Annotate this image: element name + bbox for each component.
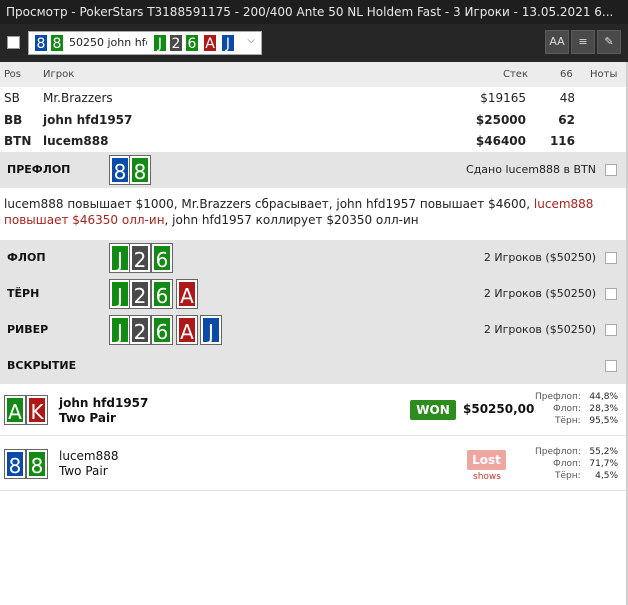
street-showdown: ВСКРЫТИЕ: [0, 348, 626, 384]
hole-card-2: 8: [50, 34, 64, 52]
select-hand-checkbox[interactable]: [7, 36, 20, 49]
street-preflop: ПРЕФЛОП 8 8 Сдано lucem888 в BTN: [0, 152, 626, 188]
equity-value: 28,3%: [589, 404, 618, 414]
shows-label: shows: [473, 472, 501, 482]
player-bb: 116: [549, 134, 575, 148]
chevron-down-icon[interactable]: ⌵: [247, 35, 255, 46]
river-card-5: J: [200, 315, 222, 345]
player-stack: $19165: [480, 91, 526, 105]
equity-label: Флоп:: [553, 404, 581, 414]
header-stack[interactable]: Стек: [503, 69, 528, 80]
won-amount: $50250,00: [463, 402, 535, 416]
player-row[interactable]: BB john hfd1957 $25000 62: [0, 109, 626, 131]
player-position: BB: [4, 113, 23, 127]
street-flop: ФЛОП J 2 6 2 Игроков ($50250): [0, 240, 626, 276]
pot-info: 2 Игроков ($50250): [483, 251, 596, 264]
result-row: 8 8 lucem888 Two Pair Lost shows Префлоп…: [0, 437, 626, 491]
equity-label: Тёрн:: [555, 416, 581, 426]
action-text: lucem888 повышает $1000, Mr.Brazzers сбр…: [4, 197, 534, 211]
result-player-name: lucem888: [59, 449, 119, 463]
result-card-2: K: [26, 395, 48, 425]
board-card-2: 2: [169, 34, 183, 52]
preflop-actions: lucem888 повышает $1000, Mr.Brazzers сбр…: [4, 196, 620, 228]
equity-label: Тёрн:: [555, 471, 581, 481]
equity-value: 71,7%: [589, 459, 618, 469]
header-bb[interactable]: 66: [560, 69, 573, 80]
equity-label: Флоп:: [553, 459, 581, 469]
street-checkbox[interactable]: [605, 252, 617, 264]
flop-card-3: 6: [151, 243, 173, 273]
selected-hand-text: 50250 john hfd: [69, 36, 147, 49]
edit-icon[interactable]: ✎: [597, 30, 621, 54]
won-badge: WON: [410, 400, 456, 420]
board-card-3: 6: [185, 34, 199, 52]
font-size-button[interactable]: AA: [545, 30, 569, 54]
player-row[interactable]: SB Mr.Brazzers $19165 48: [0, 87, 626, 109]
result-hand-rank: Two Pair: [59, 411, 116, 425]
pot-info: 2 Игроков ($50250): [483, 323, 596, 336]
equity-label: Префлоп:: [535, 447, 581, 457]
river-card-3: 6: [151, 315, 173, 345]
street-checkbox[interactable]: [605, 360, 617, 372]
player-row[interactable]: BTN lucem888 $46400 116: [0, 130, 626, 152]
result-card-2: 8: [26, 449, 48, 479]
street-turn: ТЁРН J 2 6 A 2 Игроков ($50250): [0, 276, 626, 312]
river-card-2: 2: [129, 315, 151, 345]
street-checkbox[interactable]: [605, 324, 617, 336]
player-bb: 48: [559, 91, 575, 105]
lost-badge: Lost: [467, 450, 506, 470]
result-card-1: A: [4, 395, 26, 425]
action-text: , john hfd1957 коллирует $20350 олл-ин: [164, 213, 419, 227]
result-player-name: john hfd1957: [59, 396, 149, 410]
street-label: ПРЕФЛОП: [7, 163, 71, 176]
equity-value: 95,5%: [589, 416, 618, 426]
header-notes[interactable]: Ноты: [590, 69, 617, 80]
street-checkbox[interactable]: [605, 164, 617, 176]
street-river: РИВЕР J 2 6 A J 2 Игроков ($50250): [0, 312, 626, 348]
player-name: lucem888: [43, 134, 109, 148]
equity-value: 44,8%: [589, 392, 618, 402]
equity-value: 55,2%: [589, 447, 618, 457]
turn-card-1: J: [109, 279, 131, 309]
preflop-card-1: 8: [109, 155, 131, 185]
hole-card-1: 8: [34, 34, 48, 52]
list-icon[interactable]: ≡: [571, 30, 595, 54]
equity-label: Префлоп:: [535, 392, 581, 402]
river-card-1: J: [109, 315, 131, 345]
street-label: ТЁРН: [7, 287, 40, 300]
turn-card-3: 6: [151, 279, 173, 309]
flop-card-2: 2: [129, 243, 151, 273]
result-hand-rank: Two Pair: [59, 464, 108, 478]
hand-selector-dropdown[interactable]: 8 8 50250 john hfd J 2 6 A J ⌵: [28, 31, 262, 55]
player-position: BTN: [4, 134, 32, 148]
street-label: ВСКРЫТИЕ: [7, 359, 77, 372]
player-name: Mr.Brazzers: [43, 91, 113, 105]
turn-card-2: 2: [129, 279, 151, 309]
flop-card-1: J: [109, 243, 131, 273]
result-row: A K john hfd1957 Two Pair WON $50250,00 …: [0, 384, 626, 436]
equity-value: 4,5%: [595, 471, 618, 481]
player-bb: 62: [558, 113, 575, 127]
player-name: john hfd1957: [43, 113, 133, 127]
board-card-4: A: [203, 34, 217, 52]
result-card-1: 8: [4, 449, 26, 479]
board-card-1: J: [153, 34, 167, 52]
player-stack: $46400: [475, 134, 526, 148]
header-pos[interactable]: Pos: [4, 69, 21, 80]
dealt-text: Сдано lucem888 в BTN: [466, 163, 596, 176]
players-table-header: Pos Игрок Стек 66 Ноты: [0, 62, 626, 87]
player-stack: $25000: [475, 113, 526, 127]
street-label: ФЛОП: [7, 251, 46, 264]
street-label: РИВЕР: [7, 323, 49, 336]
pot-info: 2 Игроков ($50250): [483, 287, 596, 300]
window-title: Просмотр - PokerStars T3188591175 - 200/…: [0, 0, 628, 24]
preflop-card-2: 8: [129, 155, 151, 185]
street-checkbox[interactable]: [605, 288, 617, 300]
player-position: SB: [4, 91, 20, 105]
board-card-5: J: [221, 34, 235, 52]
turn-card-4: A: [176, 279, 198, 309]
toolbar: 8 8 50250 john hfd J 2 6 A J ⌵ AA ≡ ✎: [0, 24, 628, 62]
header-player[interactable]: Игрок: [43, 69, 74, 80]
river-card-4: A: [176, 315, 198, 345]
